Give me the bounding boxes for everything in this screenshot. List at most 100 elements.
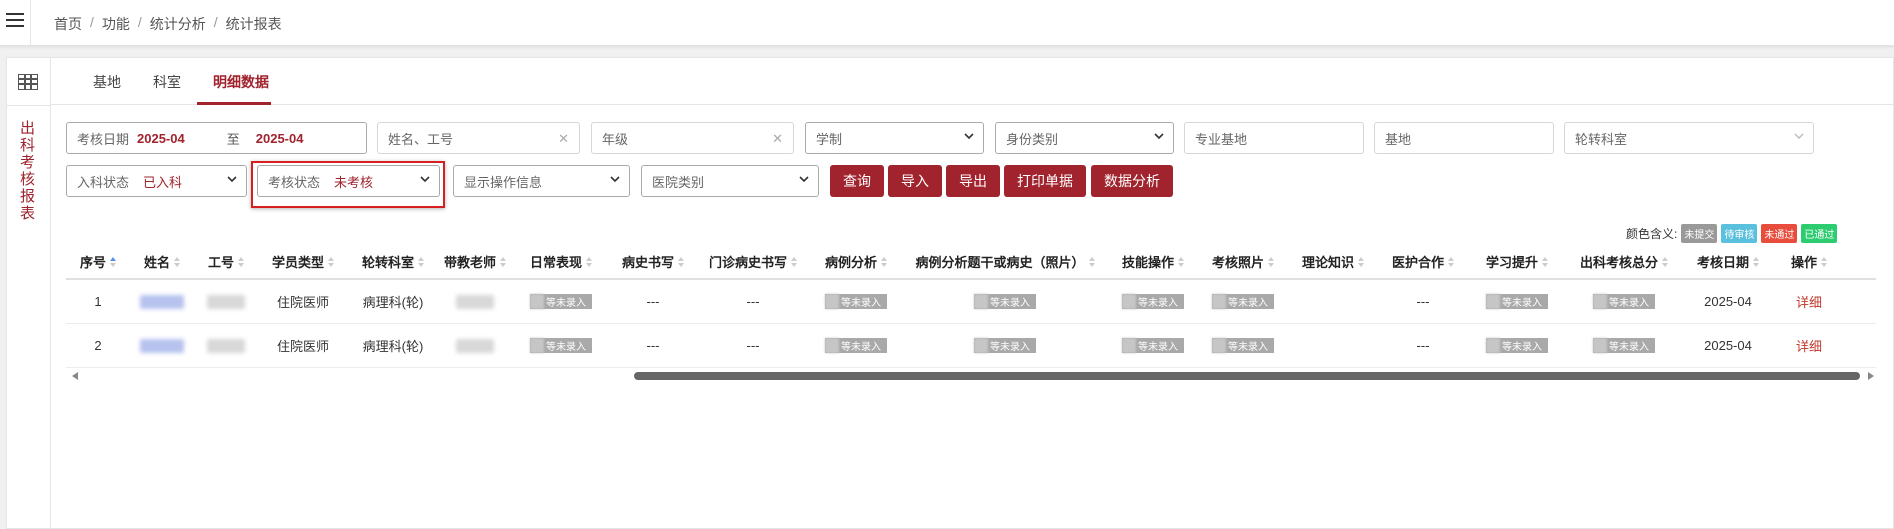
sort-icon[interactable]	[328, 256, 334, 267]
base-placeholder: 基地	[1385, 131, 1412, 147]
exam-status-label: 考核状态	[268, 174, 321, 190]
sort-icon[interactable]	[1358, 256, 1364, 267]
detail-link[interactable]: 详细	[1774, 280, 1844, 323]
menu-icon[interactable]	[6, 13, 24, 31]
date-from-value[interactable]: 2025-04	[137, 131, 185, 146]
horizontal-scrollbar[interactable]	[70, 370, 1874, 382]
col-header-skill-operation[interactable]: 技能操作	[1108, 245, 1198, 278]
tab-department[interactable]: 科室	[153, 72, 181, 92]
export-button[interactable]: 导出	[946, 165, 1000, 197]
major-base-input[interactable]: 专业基地	[1184, 122, 1364, 154]
show-ops-select[interactable]: 显示操作信息	[453, 165, 630, 197]
cell-skill-operation: 等未录入	[1108, 324, 1198, 367]
table-icon[interactable]	[18, 74, 38, 90]
sort-icon[interactable]	[1662, 256, 1668, 267]
col-header-daily-performance[interactable]: 日常表现	[512, 245, 610, 278]
cell-exam-date: 2025-04	[1704, 294, 1752, 309]
hospital-type-select[interactable]: 医院类别	[641, 165, 819, 197]
query-button[interactable]: 查询	[830, 165, 884, 197]
date-to-value[interactable]: 2025-04	[256, 131, 304, 146]
data-analysis-button[interactable]: 数据分析	[1091, 165, 1173, 197]
entry-status-select[interactable]: 入科状态 已入科	[66, 165, 247, 197]
sort-icon[interactable]	[1753, 256, 1759, 267]
exam-status-select[interactable]: 考核状态 未考核	[257, 165, 440, 197]
col-header-trainee-type[interactable]: 学员类型	[258, 245, 348, 278]
print-button[interactable]: 打印单据	[1004, 165, 1086, 197]
breadcrumb-home[interactable]: 首页	[54, 14, 82, 34]
grade-input[interactable]: 年级 ✕	[591, 122, 794, 154]
sort-icon[interactable]	[1542, 256, 1548, 267]
import-button[interactable]: 导入	[888, 165, 942, 197]
breadcrumb-function[interactable]: 功能	[102, 14, 130, 34]
redacted-name	[140, 294, 184, 309]
sidebar: 出科考核报表	[7, 58, 51, 529]
cell-total-score: 等未录入	[1566, 280, 1682, 323]
sort-icon[interactable]	[586, 256, 592, 267]
sort-icon[interactable]	[678, 256, 684, 267]
sort-icon[interactable]	[1088, 256, 1095, 267]
col-header-rotation-dept[interactable]: 轮转科室	[348, 245, 438, 278]
cell-exam-photo: 等未录入	[1198, 324, 1288, 367]
status-badge: 等未录入	[825, 294, 887, 309]
col-header-case-photo[interactable]: 病例分析题干或病史（照片）	[902, 245, 1108, 278]
chevron-down-icon	[1794, 133, 1804, 139]
detail-link[interactable]: 详细	[1774, 324, 1844, 367]
clear-icon[interactable]: ✕	[558, 131, 569, 147]
status-badge: 等未录入	[1212, 338, 1274, 353]
scroll-left-icon[interactable]	[72, 372, 78, 380]
name-search-input[interactable]: 姓名、工号 ✕	[377, 122, 580, 154]
col-header-exam-photo[interactable]: 考核照片	[1198, 245, 1288, 278]
cell-trainee-type: 住院医师	[276, 295, 329, 310]
col-header-name[interactable]: 姓名	[130, 245, 194, 278]
sort-icon[interactable]	[174, 256, 180, 267]
entry-status-value: 已入科	[143, 174, 183, 190]
col-header-history-writing[interactable]: 病史书写	[610, 245, 696, 278]
sort-icon[interactable]	[418, 256, 424, 267]
sort-icon[interactable]	[500, 256, 506, 267]
status-badge: 等未录入	[1122, 338, 1184, 353]
table-row: 2 住院医师 病理科(轮) 等未录入 --- --- 等未录入 等未录入 等未录…	[66, 324, 1876, 368]
col-header-teacher[interactable]: 带教老师	[438, 245, 512, 278]
breadcrumb-statistics[interactable]: 统计分析	[150, 14, 206, 34]
cell-theory	[1288, 280, 1378, 323]
base-input[interactable]: 基地	[1374, 122, 1554, 154]
col-header-outpatient-history[interactable]: 门诊病史书写	[696, 245, 810, 278]
tab-base[interactable]: 基地	[93, 72, 121, 92]
cell-exam-photo: 等未录入	[1198, 280, 1288, 323]
clear-icon[interactable]: ✕	[772, 131, 783, 147]
scroll-right-icon[interactable]	[1868, 372, 1874, 380]
status-badge: 等未录入	[825, 338, 887, 353]
sort-icon[interactable]	[791, 256, 797, 267]
status-badge: 等未录入	[974, 294, 1036, 309]
col-header-total-score[interactable]: 出科考核总分	[1566, 245, 1682, 278]
sort-icon[interactable]	[238, 256, 244, 267]
identity-select[interactable]: 身份类别	[995, 122, 1174, 154]
col-header-action[interactable]: 操作	[1774, 245, 1844, 278]
tab-detail-data[interactable]: 明细数据	[213, 72, 269, 92]
sort-icon[interactable]	[1448, 256, 1454, 267]
col-header-case-analysis[interactable]: 病例分析	[810, 245, 902, 278]
redacted-teacher	[456, 294, 494, 309]
col-header-nursing-cooperation[interactable]: 医护合作	[1378, 245, 1468, 278]
cell-history-writing: ---	[646, 294, 660, 309]
date-range-field[interactable]: 考核日期 2025-04 至 2025-04	[66, 122, 367, 154]
rotation-dept-select[interactable]: 轮转科室	[1564, 122, 1814, 154]
cell-trainee-type: 住院医师	[276, 339, 329, 354]
schooling-select[interactable]: 学制	[805, 122, 984, 154]
sort-icon[interactable]	[1268, 256, 1274, 267]
sort-icon[interactable]	[1821, 256, 1827, 267]
col-header-exam-date[interactable]: 考核日期	[1682, 245, 1774, 278]
sort-icon[interactable]	[110, 256, 116, 267]
hospital-type-value: 医院类别	[652, 174, 705, 190]
cell-case-analysis: 等未录入	[810, 324, 902, 367]
col-header-theory[interactable]: 理论知识	[1288, 245, 1378, 278]
col-header-id[interactable]: 工号	[194, 245, 258, 278]
breadcrumb-report: 统计报表	[225, 16, 282, 32]
sort-icon[interactable]	[1178, 256, 1184, 267]
sort-icon[interactable]	[881, 256, 887, 267]
top-bar: 首页 / 功能 / 统计分析 / 统计报表	[0, 0, 1894, 46]
scrollbar-thumb[interactable]	[634, 372, 1860, 380]
col-header-learning-improvement[interactable]: 学习提升	[1468, 245, 1566, 278]
col-header-index[interactable]: 序号	[66, 245, 130, 278]
schooling-value: 学制	[816, 131, 843, 147]
